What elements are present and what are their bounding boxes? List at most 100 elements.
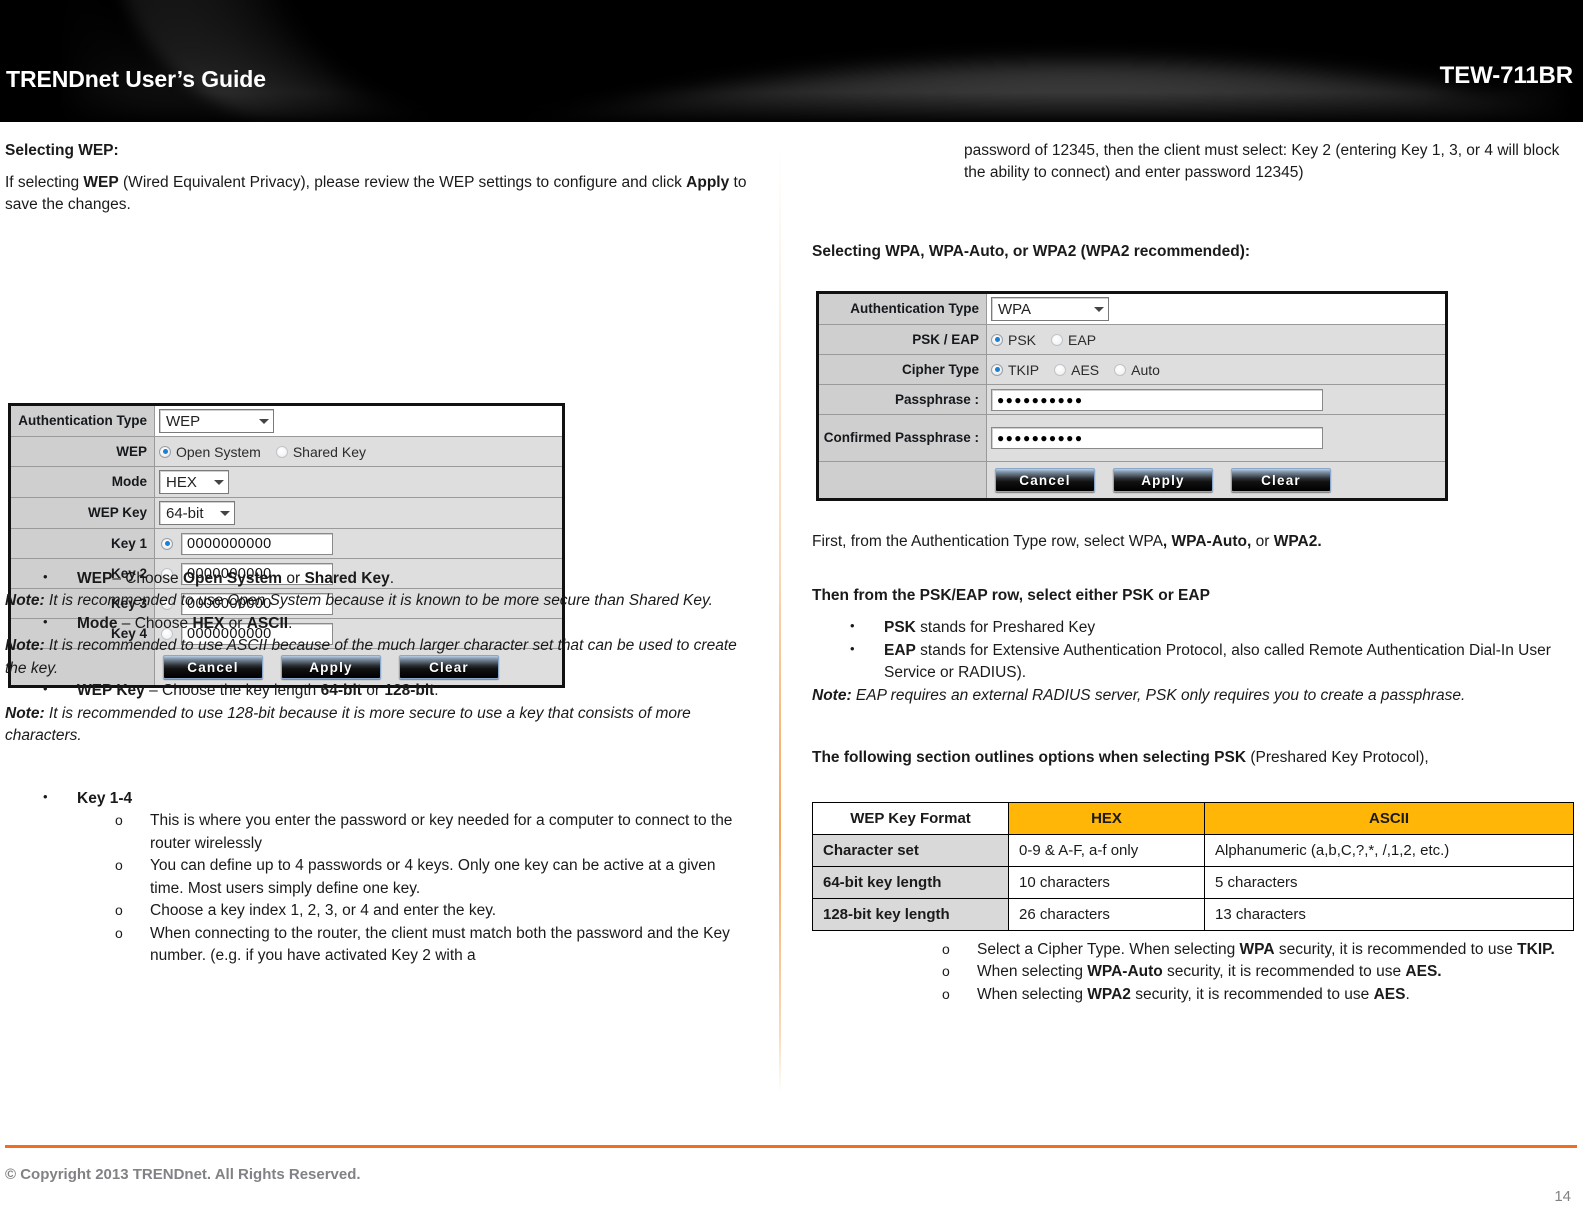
radio-aes[interactable]: AES [1054, 362, 1099, 378]
wpa-buttons-spacer [819, 462, 987, 498]
table-cell-ascii: 5 characters [1204, 865, 1574, 899]
wep-encoding-mode-field: HEX [155, 467, 562, 497]
note-wepkey-text: It is recommended to use 128-bit because… [5, 704, 691, 745]
radio-open-system[interactable]: Open System [159, 444, 261, 460]
first-instruction-line: First, from the Authentication Type row,… [812, 531, 1578, 553]
bullet-wepkey-b2: 128-bit [384, 682, 435, 700]
cipher-b1-b2: AES. [1405, 963, 1442, 981]
footer-divider-rule [5, 1145, 1577, 1148]
continued-paragraph: password of 12345, then the client must … [964, 142, 1560, 182]
wep-mode-select[interactable]: HEX [159, 470, 229, 494]
wpa-passphrase-input[interactable]: ●●●●●●●●●● [991, 388, 1323, 411]
wep-intro-bold2: Apply [686, 174, 730, 191]
wep-key1-input[interactable]: 0000000000 [181, 532, 333, 555]
wpa-confirmed-passphrase-input[interactable]: ●●●●●●●●●● [991, 427, 1323, 449]
note-wep-text: It is recommended to use Open System bec… [48, 592, 713, 610]
radio-key1-selected-icon[interactable] [161, 537, 173, 550]
selecting-wpa-heading: Selecting WPA, WPA-Auto, or WPA2 (WPA2 r… [812, 242, 1251, 260]
column-divider [779, 148, 781, 1093]
banner-bottom-fade [0, 92, 1583, 122]
bullet-mode-bold: Mode [77, 614, 118, 632]
list-item: Mode – Choose HEX or ASCII. [5, 613, 750, 635]
wep-key-length-select[interactable]: 64-bit [159, 501, 235, 525]
bullet-wep-bold: WEP [77, 569, 113, 587]
radio-shared-key[interactable]: Shared Key [275, 444, 366, 460]
table-header-row: WEP Key Format HEX ASCII [812, 801, 1574, 835]
wpa-row-cipher-type: Cipher Type TKIP AES Auto [819, 355, 1445, 385]
then-psk-eap-heading: Then from the PSK/EAP row, select either… [812, 587, 1210, 605]
wpa-clear-button[interactable]: Clear [1231, 468, 1331, 492]
wep-key-length-label: WEP Key [11, 498, 155, 528]
radio-tkip[interactable]: TKIP [991, 362, 1039, 378]
first-line-part-c: or [1251, 532, 1274, 550]
wep-mode-row-label: WEP [11, 437, 155, 466]
wpa-row-authentication-type: Authentication Type WPA [819, 294, 1445, 325]
table-row: 64-bit key length 10 characters 5 charac… [812, 865, 1574, 899]
list-item: This is where you enter the password or … [5, 810, 750, 855]
table-head: WEP Key Format HEX ASCII [812, 801, 1574, 835]
cipher-b0-b2: TKIP. [1517, 940, 1555, 958]
list-item: When selecting WPA2 security, it is reco… [812, 984, 1578, 1006]
wpa-button-bar: Cancel Apply Clear [987, 462, 1445, 498]
bullet-mode-rest-b: . [288, 614, 293, 632]
wep-options-list: WEP– Choose Open System or Shared Key. N… [5, 568, 750, 748]
bullet-wep-rest-a: – Choose [112, 569, 183, 587]
wep-auth-type-field: WEP [155, 406, 562, 436]
bullet-psk-bold: PSK [884, 619, 916, 637]
outline-bold: The following section outlines options w… [812, 749, 1247, 767]
note-label: Note: [5, 704, 45, 722]
table-cell-rowhead: Character set [812, 833, 1009, 867]
list-item: You can define up to 4 passwords or 4 ke… [5, 855, 750, 900]
wpa-confirmed-passphrase-field: ●●●●●●●●●● [987, 415, 1445, 461]
wep-key1-label: Key 1 [11, 529, 155, 558]
cipher-b2-b2: AES [1373, 985, 1406, 1003]
gap-before-then-heading [812, 559, 1578, 585]
gap-before-outline [812, 707, 1578, 747]
radio-psk[interactable]: PSK [991, 332, 1036, 348]
radio-auto[interactable]: Auto [1114, 362, 1160, 378]
radio-auto-label: Auto [1131, 361, 1160, 378]
guide-title: TRENDnet User’s Guide [6, 66, 266, 92]
selecting-wep-heading: Selecting WEP: [5, 142, 119, 159]
wpa-apply-button[interactable]: Apply [1113, 468, 1213, 492]
list-item: Key 1-4 [5, 788, 750, 810]
bullet-psk-rest: stands for Preshared Key [915, 619, 1096, 637]
gap-before-wpa-heading [812, 191, 1578, 241]
page-header-banner: TRENDnet User’s Guide TEW-711BR [0, 0, 1583, 122]
radio-eap[interactable]: EAP [1051, 332, 1096, 348]
table-cell-ascii: Alphanumeric (a,b,C,?,*, /,1,2, etc.) [1204, 833, 1574, 867]
first-line-bold-b: , WPA-Auto, [1162, 532, 1252, 550]
table-header-cell-2: ASCII [1204, 801, 1574, 835]
left-column: Selecting WEP: If selecting WEP (Wired E… [5, 140, 750, 967]
note-item: Note: EAP requires an external RADIUS se… [812, 685, 1578, 707]
wpa-auth-type-value: WPA [998, 300, 1032, 318]
note-item: Note: It is recommended to use Open Syst… [5, 590, 750, 612]
note-item: Note: It is recommended to use 128-bit b… [5, 703, 750, 748]
bullet-wep-rest-b: . [389, 569, 395, 587]
radio-off-icon [1114, 363, 1127, 376]
wpa-auth-type-select[interactable]: WPA [991, 297, 1109, 321]
wpa-confirmed-passphrase-label: Confirmed Passphrase : [819, 415, 987, 461]
wpa-cancel-button[interactable]: Cancel [995, 468, 1095, 492]
wep-intro-paragraph: If selecting WEP (Wired Equivalent Priva… [5, 172, 750, 217]
cipher-b2-d: . [1405, 985, 1410, 1003]
radio-psk-label: PSK [1008, 331, 1037, 348]
wep-auth-type-select[interactable]: WEP [159, 409, 274, 433]
bullet-eap-rest: stands for Extensive Authentication Prot… [884, 641, 1551, 682]
table-cell-hex: 0-9 & A-F, a-f only [1008, 833, 1205, 867]
table-header-cell-1: HEX [1008, 801, 1205, 835]
note-eap-text: EAP requires an external RADIUS server, … [855, 686, 1466, 704]
radio-eap-label: EAP [1068, 331, 1097, 348]
bullet-eap-bold: EAP [884, 641, 916, 659]
wep-key-format-table: WEP Key Format HEX ASCII Character set 0… [812, 801, 1574, 931]
radio-on-icon [159, 445, 171, 458]
chevron-down-icon [214, 479, 224, 485]
wep-auth-type-value: WEP [166, 412, 201, 430]
chevron-down-icon [259, 418, 269, 424]
key-1-4-list: Key 1-4 [5, 788, 750, 810]
wep-row-key-length: WEP Key 64-bit [11, 498, 562, 529]
bullet-wepkey-b1: 64-bit [320, 682, 362, 700]
wep-row-authentication-type: Authentication Type WEP [11, 406, 562, 437]
wpa-row-confirmed-passphrase: Confirmed Passphrase : ●●●●●●●●●● [819, 415, 1445, 462]
table-cell-hex: 10 characters [1008, 865, 1205, 899]
